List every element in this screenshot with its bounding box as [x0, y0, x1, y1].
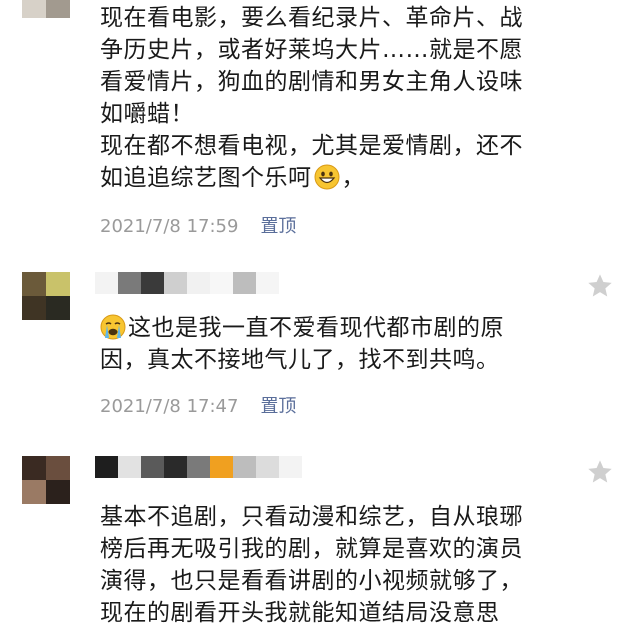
- pin-button[interactable]: 置顶: [260, 396, 296, 418]
- comment-line: 演得，也只是看看讲剧的小视频就够了，: [100, 568, 523, 594]
- comment-line: 现在都不想看电视，尤其是爱情剧，还不: [100, 133, 523, 159]
- comment-line: 争历史片，或者好莱坞大片……就是不愿: [100, 37, 523, 63]
- comment-line-text: 这也是我一直不爱看现代都市剧的原: [128, 315, 504, 341]
- comment-text: 这也是我一直不爱看现代都市剧的原 因，真太不接地气儿了，找不到共鸣。: [100, 312, 552, 376]
- comment-tail: ，: [341, 165, 365, 191]
- comment-line: 因，真太不接地气儿了，找不到共鸣。: [100, 347, 500, 373]
- comment-line: 这也是我一直不爱看现代都市剧的原: [100, 312, 552, 344]
- star-icon[interactable]: [586, 272, 614, 300]
- comment-text: 基本不追剧，只看动漫和综艺，自从琅琊 榜后再无吸引我的剧，就算是喜欢的演员 演得…: [100, 501, 552, 629]
- comment-timestamp: 2021/7/8 17:59: [100, 216, 239, 237]
- username-redacted[interactable]: [95, 456, 302, 478]
- comment-line: 如嚼蜡！: [100, 101, 194, 127]
- pin-button[interactable]: 置顶: [260, 216, 296, 238]
- comment-text: 现在看电影，要么看纪录片、革命片、战 争历史片，或者好莱坞大片……就是不愿 看爱…: [100, 2, 552, 194]
- comment-meta: 2021/7/8 17:59 置顶: [100, 216, 296, 238]
- comment-line: 榜后再无吸引我的剧，就算是喜欢的演员: [100, 536, 523, 562]
- comment-timestamp: 2021/7/8 17:47: [100, 396, 239, 417]
- avatar[interactable]: [22, 456, 70, 504]
- comment-line-text: 如追追综艺图个乐呵: [100, 165, 312, 191]
- avatar[interactable]: [22, 0, 70, 18]
- comment-line: 如追追综艺图个乐呵 ，: [100, 162, 552, 194]
- star-icon[interactable]: [586, 458, 614, 486]
- comment-line: 现在的剧看开头我就能知道结局没意思: [100, 600, 500, 626]
- loudly-crying-face-icon: [100, 314, 126, 340]
- comment-meta: 2021/7/8 17:47 置顶: [100, 396, 296, 418]
- grinning-face-icon: [314, 164, 339, 190]
- username-redacted[interactable]: [95, 272, 279, 294]
- comment-line: 基本不追剧，只看动漫和综艺，自从琅琊: [100, 504, 523, 530]
- comment-line: 看爱情片，狗血的剧情和男女主角人设味: [100, 69, 523, 95]
- comment-line: 现在看电影，要么看纪录片、革命片、战: [100, 5, 523, 31]
- avatar[interactable]: [22, 272, 70, 320]
